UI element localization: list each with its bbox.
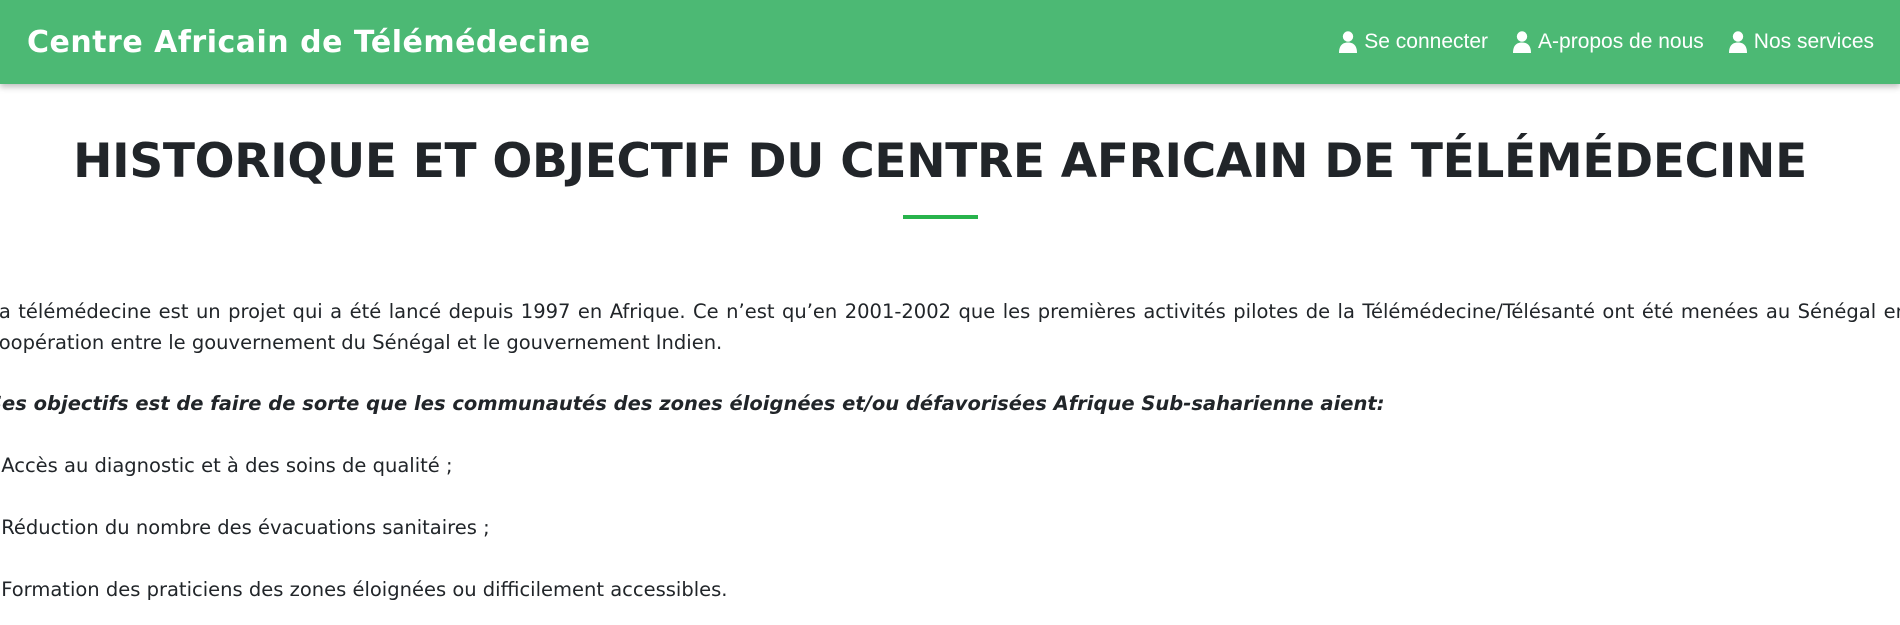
intro-paragraph: La télémédecine est un projet qui a été …: [0, 300, 1900, 354]
objective-item-evacuations: - Réduction du nombre des évacuations sa…: [0, 516, 490, 539]
navbar: Centre Africain de Télémédecine Se conne…: [0, 0, 1900, 84]
user-icon: [1513, 31, 1532, 53]
nav-about-link[interactable]: A-propos de nous: [1513, 30, 1704, 54]
title-divider: [903, 215, 978, 219]
user-icon: [1339, 31, 1358, 53]
main-content: HISTORIQUE ET OBJECTIF DU CENTRE AFRICAI…: [0, 84, 1900, 625]
nav-login-label: Se connecter: [1364, 30, 1489, 53]
nav-services-link[interactable]: Nos services: [1728, 30, 1874, 54]
objective-item-training: - Formation des praticiens des zones élo…: [0, 578, 728, 601]
user-icon: [1728, 31, 1747, 53]
nav-login-link[interactable]: Se connecter: [1339, 30, 1488, 54]
brand-logo-text[interactable]: Centre Africain de Télémédecine: [27, 25, 591, 60]
page-title: HISTORIQUE ET OBJECTIF DU CENTRE AFRICAI…: [73, 134, 1807, 189]
article-body: La télémédecine est un projet qui a été …: [0, 296, 1900, 605]
nav-links: Se connecter A-propos de nous Nos servic…: [1314, 30, 1874, 54]
objective-item-diagnostic: - Accès au diagnostic et à des soins de …: [0, 454, 453, 477]
nav-about-label: A-propos de nous: [1538, 30, 1704, 53]
nav-services-label: Nos services: [1753, 30, 1874, 53]
objectives-heading: Ses objectifs est de faire de sorte que …: [0, 392, 1385, 415]
